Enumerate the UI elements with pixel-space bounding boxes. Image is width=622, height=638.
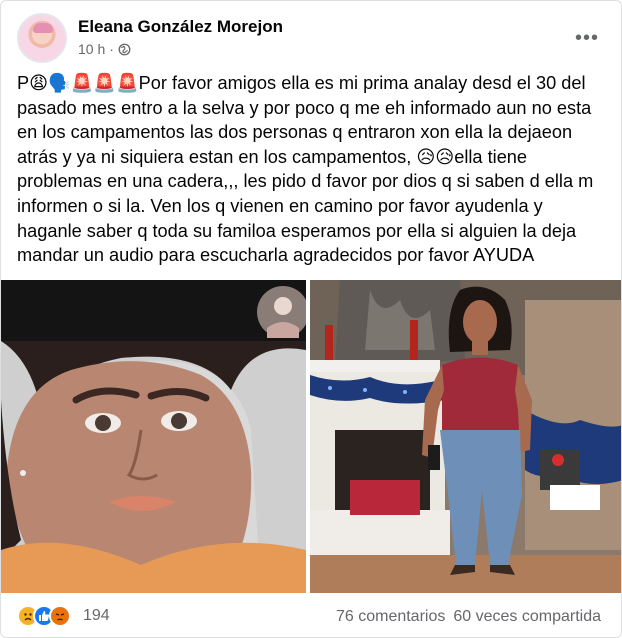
post-card: Eleana González Morejon 10 h · ••• P😩🗣️🚨… [0, 0, 622, 638]
post-time[interactable]: 10 h [78, 41, 105, 57]
reaction-count: 194 [83, 607, 110, 624]
post-header: Eleana González Morejon 10 h · ••• [17, 13, 605, 65]
reactions-summary[interactable]: 194 [17, 605, 110, 627]
photo-left[interactable] [1, 280, 306, 593]
author-name[interactable]: Eleana González Morejon [78, 17, 283, 37]
angry-reaction-icon [49, 605, 71, 627]
selfie-photo [1, 280, 306, 593]
comments-count[interactable]: 76 comentarios [336, 608, 445, 626]
post-meta: 10 h · [78, 41, 131, 57]
post-text: P😩🗣️🚨🚨🚨Por favor amigos ella es mi prima… [17, 73, 594, 266]
photo-right[interactable] [310, 280, 621, 593]
shares-count[interactable]: 60 veces compartida [453, 608, 601, 626]
more-options-icon[interactable]: ••• [569, 23, 605, 53]
reaction-icons [17, 605, 71, 627]
author-avatar[interactable] [17, 13, 67, 63]
meta-separator: · [109, 41, 114, 57]
globe-icon [118, 43, 131, 55]
photo-grid [1, 280, 621, 593]
fireplace-photo [310, 280, 621, 593]
post-stats: 76 comentarios 60 veces compartida [336, 608, 601, 626]
